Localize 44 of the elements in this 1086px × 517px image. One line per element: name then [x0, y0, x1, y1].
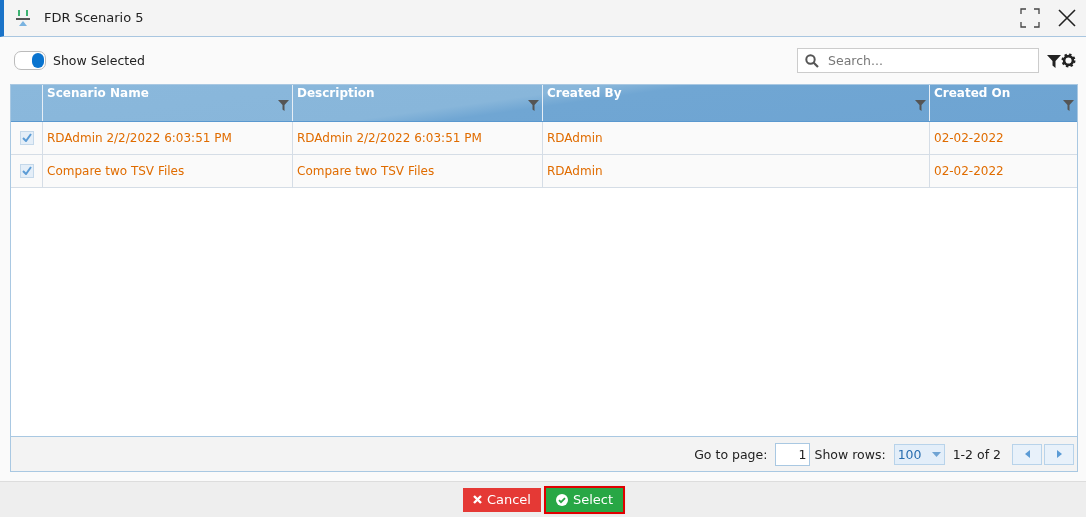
filter-icon[interactable]	[1047, 53, 1061, 68]
next-page-button[interactable]	[1044, 443, 1074, 465]
table-cell: RDAdmin	[547, 163, 603, 178]
column-header[interactable]: Created By	[547, 85, 925, 100]
page-range: 1-2 of 2	[952, 446, 1001, 462]
settings-icon[interactable]	[1061, 53, 1076, 69]
check-circle-icon	[555, 493, 568, 506]
toggle-label: Show Selected	[53, 53, 146, 69]
search-field[interactable]: Search...	[797, 48, 1039, 74]
close-icon[interactable]	[1058, 8, 1076, 27]
table-cell: 02-02-2022	[934, 163, 1004, 178]
column-header[interactable]: Created On	[934, 85, 1073, 100]
close-icon	[472, 495, 482, 504]
previous-page-button[interactable]	[1012, 443, 1042, 465]
column-filter-icon[interactable]	[528, 99, 539, 111]
go-to-page-label: Go to page:	[694, 446, 768, 462]
table-cell: Compare two TSV Files	[297, 163, 435, 178]
maximize-icon[interactable]	[1020, 7, 1040, 28]
app-icon	[14, 8, 32, 27]
check-icon	[21, 133, 32, 143]
toggle-switch[interactable]	[14, 51, 46, 71]
column-filter-icon[interactable]	[278, 99, 289, 111]
select-button[interactable]: Select	[545, 487, 624, 512]
column-header[interactable]: Scenario Name	[47, 85, 288, 100]
next-icon	[1056, 450, 1062, 459]
show-rows-label: Show rows:	[814, 446, 886, 462]
page-number-field[interactable]: 1	[775, 442, 811, 466]
row-checkbox[interactable]	[19, 130, 34, 145]
table-cell: RDAdmin 2/2/2022 6:03:51 PM	[297, 130, 482, 145]
window-title: FDR Scenario 5	[44, 10, 145, 26]
column-filter-icon[interactable]	[1063, 99, 1074, 111]
caret-icon	[931, 451, 941, 457]
column-filter-icon[interactable]	[915, 99, 926, 111]
previous-icon	[1024, 450, 1030, 459]
table-cell: Compare two TSV Files	[47, 163, 185, 178]
rows-dropdown[interactable]: 100	[893, 443, 945, 465]
cancel-button[interactable]: Cancel	[462, 487, 541, 512]
table-cell: RDAdmin	[547, 130, 603, 145]
table-cell: 02-02-2022	[934, 130, 1004, 145]
column-header[interactable]: Description	[297, 85, 538, 100]
check-icon	[21, 166, 32, 176]
table-cell: RDAdmin 2/2/2022 6:03:51 PM	[47, 130, 232, 145]
search-icon	[805, 54, 819, 69]
row-checkbox[interactable]	[19, 163, 34, 178]
